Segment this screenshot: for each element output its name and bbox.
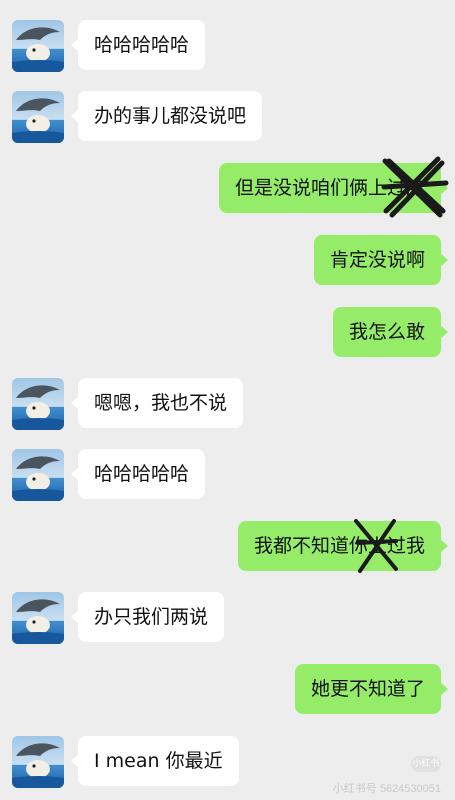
outgoing-message-bubble[interactable]: 肯定没说啊: [313, 235, 449, 285]
dolphin-avatar-icon: [12, 385, 64, 430]
incoming-message-bubble[interactable]: 哈哈哈哈哈: [70, 20, 206, 70]
incoming-message-bubble[interactable]: 办的事儿都没说吧: [70, 91, 263, 141]
incoming-message-bubble[interactable]: 哈哈哈哈哈: [70, 449, 206, 499]
incoming-message-bubble[interactable]: 嗯嗯，我也不说: [70, 378, 244, 428]
outgoing-message-bubble[interactable]: 她更不知道了: [294, 664, 449, 714]
watermark-text: 小红书号 5624530051: [332, 783, 441, 795]
dolphin-avatar-icon: [12, 456, 64, 501]
dolphin-avatar-icon: [12, 98, 64, 143]
contact-avatar[interactable]: [12, 91, 64, 143]
outgoing-message-bubble[interactable]: 但是没说咱们俩上过床: [218, 163, 449, 213]
outgoing-message-bubble[interactable]: 我怎么敢: [332, 307, 449, 357]
contact-avatar[interactable]: [12, 20, 64, 72]
watermark-badge: 小红书: [411, 756, 441, 772]
contact-avatar[interactable]: [12, 736, 64, 788]
contact-avatar[interactable]: [12, 449, 64, 501]
contact-avatar[interactable]: [12, 378, 64, 430]
outgoing-message-bubble[interactable]: 我都不知道你上过我: [237, 521, 449, 571]
dolphin-avatar-icon: [12, 599, 64, 644]
contact-avatar[interactable]: [12, 592, 64, 644]
dolphin-avatar-icon: [12, 27, 64, 72]
dolphin-avatar-icon: [12, 743, 64, 788]
incoming-message-bubble[interactable]: 办只我们两说: [70, 592, 225, 642]
incoming-message-bubble[interactable]: I mean 你最近: [71, 736, 239, 786]
